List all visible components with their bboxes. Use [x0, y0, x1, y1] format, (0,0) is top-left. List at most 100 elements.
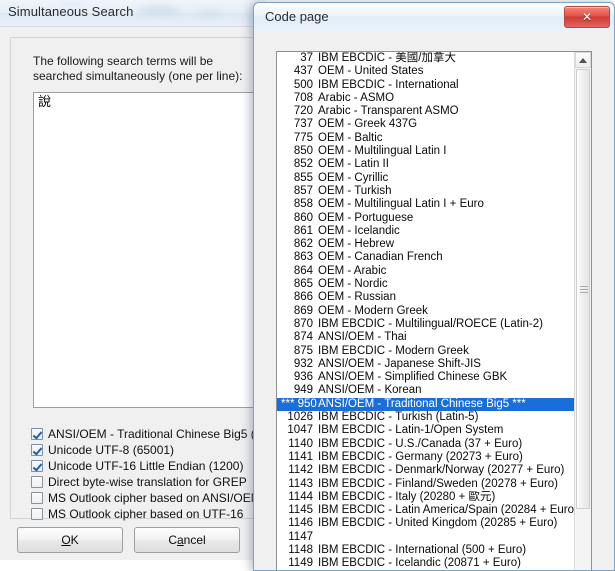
code-page-item-code: 866: [293, 291, 313, 304]
code-page-item[interactable]: 855 OEM - Cyrillic: [277, 172, 575, 185]
code-page-item[interactable]: 869 OEM - Modern Greek: [277, 305, 575, 318]
code-page-item-name: IBM EBCDIC - Latin-1/Open System: [318, 424, 504, 437]
code-page-item-code: 775: [293, 131, 313, 144]
code-page-item-name: OEM - Hebrew: [318, 238, 395, 251]
code-page-item[interactable]: 850 OEM - Multilingual Latin I: [277, 145, 575, 158]
checkbox-outlook-ansi[interactable]: [31, 492, 43, 504]
code-page-item-code: 1047: [287, 424, 313, 437]
checkbox-row-outlook-utf16[interactable]: MS Outlook cipher based on UTF-16: [31, 506, 265, 522]
checkbox-big5[interactable]: [31, 428, 43, 440]
code-page-item[interactable]: 500 IBM EBCDIC - International: [277, 79, 575, 92]
code-page-item[interactable]: 857 OEM - Turkish: [277, 185, 575, 198]
code-page-item-name: OEM - Greek 437G: [318, 118, 418, 131]
code-page-item-name: OEM - Arabic: [318, 264, 387, 277]
scroll-up-arrow-icon[interactable]: [575, 52, 591, 68]
code-page-item[interactable]: 720 Arabic - Transparent ASMO: [277, 105, 575, 118]
code-page-item[interactable]: 1149 IBM EBCDIC - Icelandic (20871 + Euro…: [277, 557, 575, 570]
code-page-item[interactable]: 1148 IBM EBCDIC - International (500 + Eu…: [277, 544, 575, 557]
code-page-item[interactable]: 1047 IBM EBCDIC - Latin-1/Open System: [277, 424, 575, 437]
code-page-item-name: IBM EBCDIC - Icelandic (20871 + Euro): [318, 557, 521, 570]
code-page-item[interactable]: 737 OEM - Greek 437G: [277, 118, 575, 131]
code-page-item-code: 852: [293, 158, 313, 171]
code-page-item-name: OEM - United States: [318, 65, 424, 78]
code-page-item-code: 737: [293, 118, 313, 131]
code-page-item-code: 1148: [288, 543, 313, 556]
code-page-item-name: ANSI/OEM - Korean: [318, 384, 422, 397]
code-page-item[interactable]: 949 ANSI/OEM - Korean: [277, 384, 575, 397]
code-page-item-code: 1140: [288, 437, 313, 450]
code-page-item[interactable]: 1144 IBM EBCDIC - Italy (20280 + 歐元): [277, 491, 575, 504]
code-page-item[interactable]: 708 Arabic - ASMO: [277, 92, 575, 105]
code-page-titlebar[interactable]: Code page ✕: [254, 3, 614, 32]
code-page-item[interactable]: 1143 IBM EBCDIC - Finland/Sweden (20278 +…: [277, 478, 575, 491]
code-page-item[interactable]: 1142 IBM EBCDIC - Denmark/Norway (20277 +…: [277, 464, 575, 477]
checkbox-utf8[interactable]: [31, 444, 43, 456]
code-page-scrollbar[interactable]: [574, 52, 591, 570]
checkbox-utf16le[interactable]: [31, 460, 43, 472]
search-terms-groupbox: The following search terms will be searc…: [10, 37, 265, 521]
code-page-item-code: 875: [293, 344, 313, 357]
simultaneous-search-titlebar[interactable]: Simultaneous Search: [0, 0, 265, 26]
code-page-item[interactable]: 775 OEM - Baltic: [277, 132, 575, 145]
code-page-item-name: Arabic - ASMO: [318, 91, 395, 104]
code-page-item[interactable]: 865 OEM - Nordic: [277, 278, 575, 291]
checkbox-row-outlook-ansi[interactable]: MS Outlook cipher based on ANSI/OEM - T: [31, 490, 265, 506]
ok-button[interactable]: OK: [17, 527, 123, 553]
code-page-item[interactable]: 936 ANSI/OEM - Simplified Chinese GBK: [277, 371, 575, 384]
code-page-item[interactable]: 1145 IBM EBCDIC - Latin America/Spain (20…: [277, 504, 575, 517]
code-page-item-name: OEM - Cyrillic: [318, 171, 389, 184]
checkbox-row-big5[interactable]: ANSI/OEM - Traditional Chinese Big5 (950…: [31, 426, 265, 442]
checkbox-row-utf16le[interactable]: Unicode UTF-16 Little Endian (1200): [31, 458, 265, 474]
code-page-item-code: 858: [293, 198, 313, 211]
checkbox-row-utf8[interactable]: Unicode UTF-8 (65001): [31, 442, 265, 458]
code-page-item-code: 1142: [288, 464, 313, 477]
code-page-item[interactable]: 874 ANSI/OEM - Thai: [277, 331, 575, 344]
code-page-item-name: IBM EBCDIC - Finland/Sweden (20278 + Eur…: [318, 477, 559, 490]
code-page-item[interactable]: 437 OEM - United States: [277, 65, 575, 78]
code-page-item-code: 860: [293, 211, 313, 224]
code-page-item-code: 708: [293, 91, 313, 104]
code-page-item[interactable]: 932 ANSI/OEM - Japanese Shift-JIS: [277, 358, 575, 371]
code-page-item[interactable]: 861 OEM - Icelandic: [277, 225, 575, 238]
code-page-item[interactable]: 1026 IBM EBCDIC - Turkish (Latin-5): [277, 411, 575, 424]
code-page-item-code: 437: [293, 65, 313, 78]
checkbox-outlook-utf16[interactable]: [31, 508, 43, 520]
close-icon[interactable]: ✕: [564, 6, 610, 28]
code-page-listbox[interactable]: 37 IBM EBCDIC - 美國/加拿大 437 OEM - United Sta…: [276, 51, 592, 570]
code-page-item[interactable]: 860 OEM - Portuguese: [277, 212, 575, 225]
checkbox-grep[interactable]: [31, 476, 43, 488]
simultaneous-search-title: Simultaneous Search: [8, 4, 134, 19]
code-page-item-code: 949: [293, 384, 313, 397]
code-page-item-name: ANSI/OEM - Thai: [318, 331, 407, 344]
code-page-item-name: IBM EBCDIC - Turkish (Latin-5): [318, 411, 479, 424]
code-page-item[interactable]: 1147: [277, 531, 575, 544]
code-page-item[interactable]: 863 OEM - Canadian French: [277, 251, 575, 264]
code-page-item[interactable]: 875 IBM EBCDIC - Modern Greek: [277, 345, 575, 358]
code-page-item[interactable]: 852 OEM - Latin II: [277, 158, 575, 171]
desktop-background: Simultaneous Search The following search…: [0, 0, 615, 571]
code-page-item-name: IBM EBCDIC - 美國/加拿大: [318, 52, 457, 64]
code-page-item[interactable]: 1146 IBM EBCDIC - United Kingdom (20285 +…: [277, 517, 575, 530]
code-page-item-code: 936: [293, 371, 313, 384]
code-page-item[interactable]: 866 OEM - Russian: [277, 291, 575, 304]
code-page-item[interactable]: 1140 IBM EBCDIC - U.S./Canada (37 + Euro): [277, 438, 575, 451]
code-page-item[interactable]: 858 OEM - Multilingual Latin I + Euro: [277, 198, 575, 211]
code-page-item[interactable]: 864 OEM - Arabic: [277, 265, 575, 278]
code-page-item[interactable]: 1141 IBM EBCDIC - Germany (20273 + Euro): [277, 451, 575, 464]
code-page-item[interactable]: 870 IBM EBCDIC - Multilingual/ROECE (Lati…: [277, 318, 575, 331]
code-page-item-code: 864: [293, 264, 313, 277]
cancel-button[interactable]: Cancel: [134, 527, 240, 553]
checkbox-row-grep[interactable]: Direct byte-wise translation for GREP: [31, 474, 265, 490]
code-page-item-selected[interactable]: *** 950ANSI/OEM - Traditional Chinese Bi…: [277, 397, 575, 412]
code-page-item-code: 862: [293, 238, 313, 251]
code-page-item-name: IBM EBCDIC - U.S./Canada (37 + Euro): [318, 437, 523, 450]
code-page-item-name: OEM - Latin II: [318, 158, 389, 171]
checkbox-label-outlook-utf16: MS Outlook cipher based on UTF-16: [48, 507, 244, 521]
code-page-item-name: Arabic - Transparent ASMO: [318, 105, 459, 118]
code-page-dialog: Code page ✕ 37 IBM EBCDIC - 美國/加拿大 437 OEM …: [253, 2, 615, 571]
code-page-item[interactable]: 37 IBM EBCDIC - 美國/加拿大: [277, 52, 575, 65]
search-terms-input[interactable]: 說: [33, 92, 265, 408]
code-page-item[interactable]: 862 OEM - Hebrew: [277, 238, 575, 251]
code-page-item-code: 861: [293, 224, 313, 237]
scrollbar-thumb[interactable]: [576, 69, 590, 509]
